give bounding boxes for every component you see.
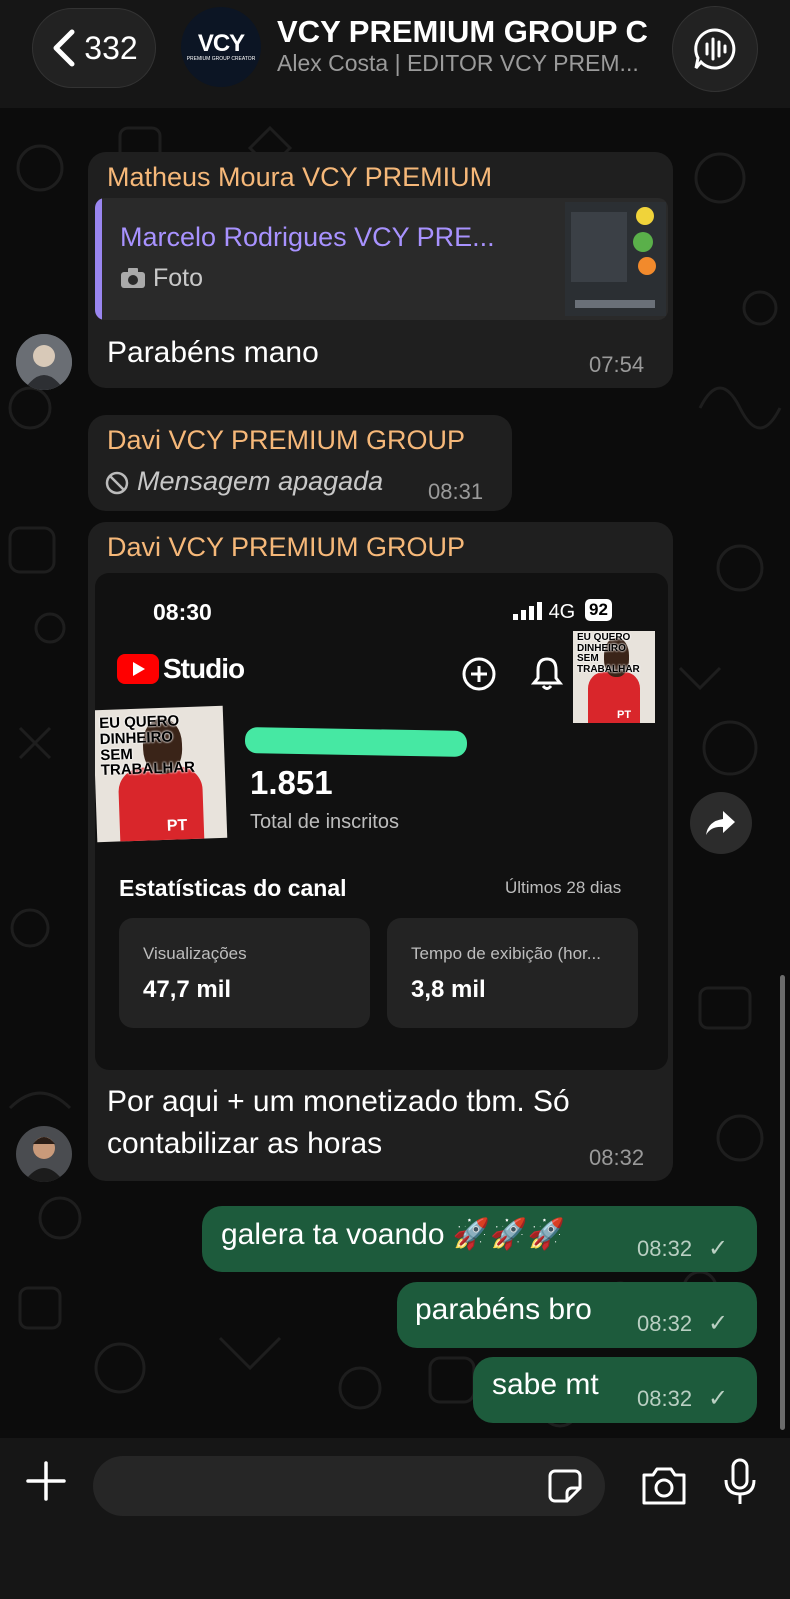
camera-small-icon: [121, 268, 145, 288]
chevron-left-icon: [53, 29, 75, 67]
user-photo: [16, 334, 72, 390]
bell-icon: [530, 657, 564, 690]
avatar[interactable]: [16, 1126, 72, 1182]
user-photo: [16, 1126, 72, 1182]
message-time: 08:32: [637, 1236, 693, 1261]
poster-shirt: [587, 672, 641, 723]
blocked-icon: [105, 471, 129, 495]
message-sender[interactable]: Davi VCY PREMIUM GROUP: [107, 532, 465, 563]
reply-thumbnail: [565, 202, 666, 316]
poster-text: EU QUERO DINHEIRO SEM TRABALHAR: [98, 712, 196, 780]
message-sender[interactable]: Matheus Moura VCY PREMIUM: [107, 162, 492, 193]
youtube-studio-logo: Studio: [117, 653, 245, 685]
views-value: 47,7 mil: [143, 976, 232, 1003]
group-logo: VCY: [197, 30, 245, 57]
chat-header: 332 VCY PREMIUM GROUP CREATOR VCY PREMIU…: [0, 0, 790, 108]
subscriber-label: Total de inscritos: [250, 811, 399, 833]
outgoing-text: parabéns bro: [415, 1293, 592, 1326]
battery-level: 92: [585, 599, 612, 621]
reply-accent-bar: [95, 198, 102, 320]
unread-count: 332: [84, 29, 138, 66]
stats-title: Estatísticas do canal: [119, 875, 347, 901]
message-time: 08:32: [589, 1145, 645, 1170]
stats-range: Últimos 28 dias: [505, 878, 622, 897]
plus-icon[interactable]: [25, 1460, 67, 1502]
voice-chat-icon: [694, 28, 736, 70]
group-avatar[interactable]: VCY PREMIUM GROUP CREATOR: [181, 7, 261, 87]
voice-chat-button[interactable]: [672, 6, 758, 92]
redacted-channel-name: [244, 727, 468, 757]
outgoing-text: sabe mt: [492, 1368, 599, 1401]
message-time: 08:32: [637, 1386, 693, 1411]
deleted-message-text: Mensagem apagada: [137, 466, 384, 496]
watch-time-label: Tempo de exibição (hor...: [411, 944, 601, 963]
back-button[interactable]: 332: [32, 8, 156, 88]
chat-title[interactable]: VCY PREMIUM GROUP C: [277, 14, 657, 50]
poster-badge: PT: [166, 817, 188, 835]
reply-type-label: Foto: [152, 264, 203, 292]
reply-quote[interactable]: Marcelo Rodrigues VCY PRE... Foto: [95, 198, 668, 320]
forward-icon: [706, 811, 735, 835]
sent-check-icon: ✓: [708, 1235, 729, 1262]
sent-check-icon: ✓: [708, 1385, 729, 1412]
watch-time-card: Tempo de exibição (hor... 3,8 mil: [387, 918, 638, 1028]
message-sender[interactable]: Davi VCY PREMIUM GROUP: [107, 425, 465, 456]
composer-bar: [0, 1438, 790, 1599]
scrollbar[interactable]: [780, 975, 785, 1430]
channel-avatar: EU QUERO DINHEIRO SEM TRABALHAR PT: [573, 631, 655, 723]
message-text-line-2: contabilizar as horas: [107, 1127, 383, 1160]
microphone-icon[interactable]: [722, 1458, 758, 1510]
message-text: Parabéns mano: [107, 336, 319, 369]
outgoing-text: galera ta voando 🚀🚀🚀: [221, 1218, 565, 1251]
studio-label: Studio: [163, 653, 245, 684]
add-circle-icon: [462, 657, 496, 691]
forward-button[interactable]: [690, 792, 752, 854]
reply-type: Foto: [120, 264, 203, 293]
views-label: Visualizações: [143, 944, 247, 963]
views-card: Visualizações 47,7 mil: [119, 918, 370, 1028]
youtube-play-icon: [117, 654, 159, 684]
status-time: 08:30: [153, 599, 212, 625]
message-time: 08:31: [428, 479, 484, 504]
watch-time-value: 3,8 mil: [411, 976, 486, 1003]
image-attachment[interactable]: 08:30 4G 92 Studio EU QUERO DINHEIRO SEM…: [95, 573, 668, 1070]
avatar[interactable]: [16, 334, 72, 390]
signal-icon: [513, 602, 542, 620]
message-time: 07:54: [589, 352, 645, 377]
group-logo-sub: PREMIUM GROUP CREATOR: [186, 56, 256, 62]
message-text-line-1: Por aqui + um monetizado tbm. Só: [107, 1085, 570, 1118]
poster-badge: PT: [617, 709, 632, 721]
network-type: 4G: [548, 601, 576, 623]
chat-subtitle[interactable]: Alex Costa | EDITOR VCY PREM...: [277, 50, 647, 77]
channel-picture: EU QUERO DINHEIRO SEM TRABALHAR PT: [95, 705, 228, 843]
thumbnail-image: [565, 202, 666, 316]
camera-icon[interactable]: [640, 1465, 688, 1507]
message-time: 08:32: [637, 1311, 693, 1336]
reply-sender: Marcelo Rodrigues VCY PRE...: [120, 222, 495, 252]
sent-check-icon: ✓: [708, 1310, 729, 1337]
sticker-icon[interactable]: [547, 1468, 583, 1504]
message-input[interactable]: [93, 1456, 605, 1516]
network-indicator: 4G: [513, 601, 575, 624]
subscriber-count: 1.851: [250, 764, 333, 801]
poster-text: EU QUERO DINHEIRO SEM TRABALHAR: [577, 632, 640, 675]
